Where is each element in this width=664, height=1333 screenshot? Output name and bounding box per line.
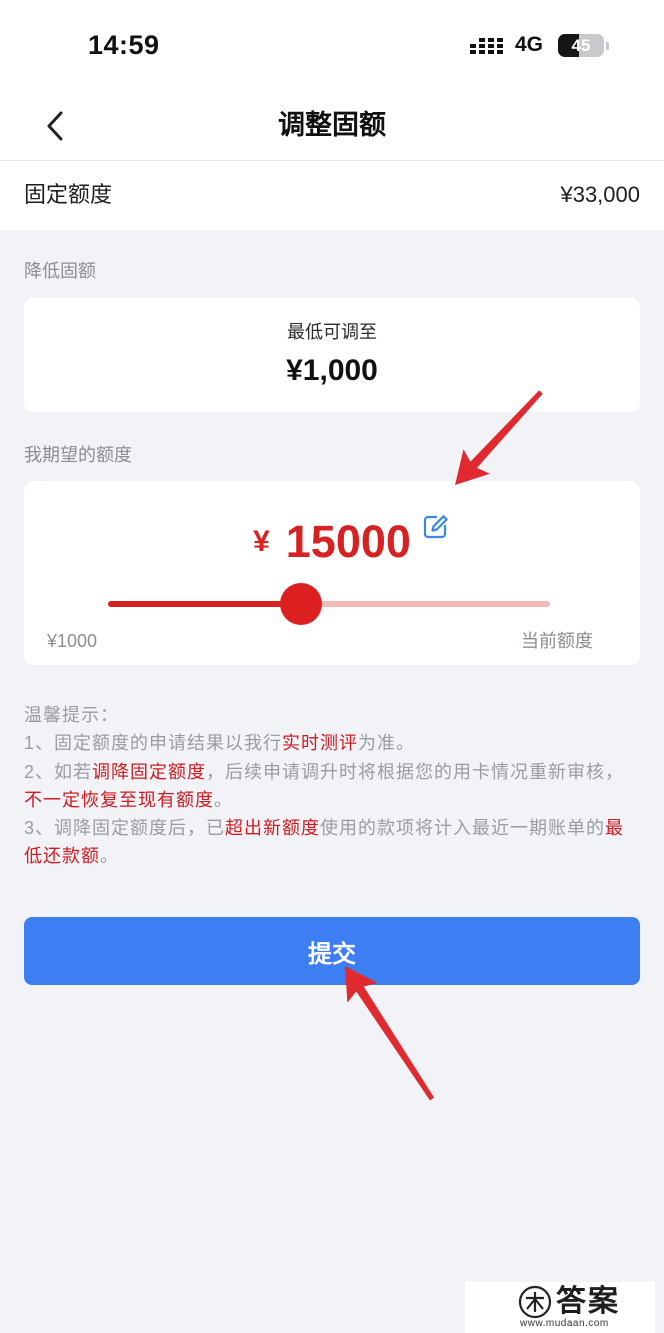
tip-text: 实时测评 xyxy=(282,733,359,754)
lower-limit-section-label: 降低固额 xyxy=(24,261,96,281)
network-type: 4G xyxy=(515,33,544,56)
tip-text: 使用的款项将计入最近一期账单的 xyxy=(320,818,606,839)
slider-max-label: 当前额度 xyxy=(521,631,593,651)
watermark-title: 答案 xyxy=(556,1285,620,1318)
status-time: 14:59 xyxy=(88,30,160,60)
slider-min-label: ¥1000 xyxy=(47,631,98,651)
amount-slider[interactable] xyxy=(108,583,550,625)
annotation-arrow-submit xyxy=(345,966,435,1101)
tips-heading: 温馨提示： xyxy=(24,705,119,725)
fixed-limit-value: ¥33,000 xyxy=(560,182,640,207)
battery-percent: 45 xyxy=(571,36,591,55)
battery-icon: 45 xyxy=(558,34,604,57)
tip-item-1: 1、固定额度的申请结果以我行实时测评为准。 xyxy=(24,729,634,757)
currency-symbol: ¥ xyxy=(253,525,270,558)
arrow-shaft xyxy=(355,985,435,1101)
desired-amount: ¥ 15000 xyxy=(24,515,640,567)
lower-limit-card: 最低可调至 ¥1,000 xyxy=(24,298,640,412)
submit-button[interactable]: 提交 xyxy=(24,917,640,985)
tip-text: 超出新额度 xyxy=(225,818,321,839)
nav-divider xyxy=(0,160,664,161)
edit-icon xyxy=(423,515,448,539)
amount-value: 15000 xyxy=(285,516,411,567)
tip-text: 。 xyxy=(100,846,119,867)
tip-item-3: 3、调降固定额度后，已超出新额度使用的款项将计入最近一期账单的最低还款额。 xyxy=(24,814,634,871)
slider-thumb[interactable] xyxy=(280,583,323,625)
desired-limit-section-label: 我期望的额度 xyxy=(24,445,132,465)
tip-item-2: 2、如若调降固定额度，后续申请调升时将根据您的用卡情况重新审核， 不一定恢复至现有… xyxy=(24,758,634,815)
tip-text: 为准。 xyxy=(358,733,416,754)
tip-text: 不一定恢复至现有额度 xyxy=(24,789,214,810)
tip-text: 2、如若 xyxy=(24,761,93,782)
amount-wrapper: 15000 xyxy=(285,515,448,567)
min-limit-caption: 最低可调至 xyxy=(287,322,377,342)
edit-amount-button[interactable] xyxy=(421,513,449,541)
tip-text: 1、固定额度的申请结果以我行 xyxy=(24,733,283,754)
mudaan-logo-icon xyxy=(518,1285,552,1319)
signal-icon xyxy=(470,38,503,54)
tip-text: ，后续申请调升时将根据您的用卡情况重新审核， xyxy=(206,761,625,782)
tips-block: 温馨提示： 1、固定额度的申请结果以我行实时测评为准。 2、如若调降固定额度，后… xyxy=(24,701,634,871)
battery-cap xyxy=(606,42,609,50)
watermark: 答案 www.mudaan.com xyxy=(465,1282,655,1333)
slider-fill xyxy=(108,601,302,607)
page-title: 调整固额 xyxy=(278,110,386,140)
arrow-head xyxy=(455,449,490,485)
tip-text: 。 xyxy=(214,789,233,810)
desired-limit-card: ¥ 15000 ¥1000 当前额度 xyxy=(24,481,640,665)
min-limit-value: ¥1,000 xyxy=(286,354,378,387)
fixed-limit-label: 固定额度 xyxy=(24,182,113,207)
tip-text: 3、调降固定额度后，已 xyxy=(24,818,226,839)
submit-label: 提交 xyxy=(308,940,356,968)
tip-text: 调降固定额度 xyxy=(92,761,207,782)
watermark-url: www.mudaan.com xyxy=(520,1318,609,1329)
